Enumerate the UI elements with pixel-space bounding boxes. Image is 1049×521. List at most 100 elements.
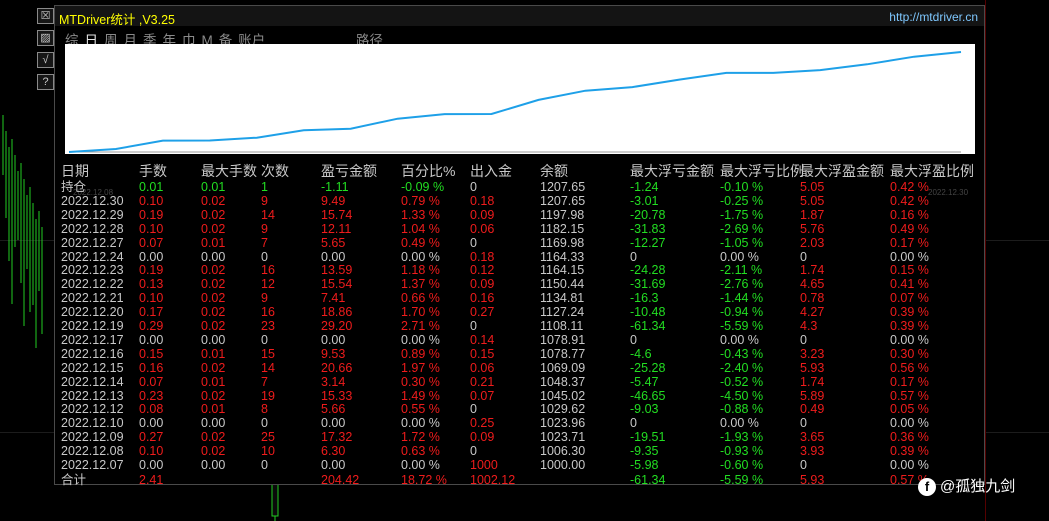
- cell-maxfppct: 0.00 %: [890, 332, 929, 347]
- cell-maxfppct: 0.39 %: [890, 444, 929, 459]
- cell-maxlots: 0.02: [201, 360, 226, 375]
- cell-maxddpct: 0.00 %: [720, 249, 759, 264]
- cell-maxfppct: 0.57 %: [890, 388, 929, 403]
- cell-flow: 0.15: [470, 346, 495, 361]
- cell-count: 9: [261, 221, 268, 236]
- cell-lots: 0.16: [139, 360, 164, 375]
- cell-maxddpct: 0.00 %: [720, 332, 759, 347]
- cell-maxdd: -10.48: [630, 305, 666, 320]
- cell-maxddpct: -0.88 %: [720, 402, 764, 417]
- equity-chart-svg: [68, 51, 962, 153]
- cell-maxdd: -24.28: [630, 263, 666, 278]
- cell-lots: 0.00: [139, 458, 164, 472]
- cell-maxdd: -3.01: [630, 193, 659, 208]
- cell-maxfp: 0.49: [800, 402, 825, 417]
- cell-flow: 0.12: [470, 263, 495, 278]
- cell-maxlots: 0.01: [201, 180, 226, 194]
- column-header[interactable]: 余额: [540, 163, 568, 179]
- hatch-icon[interactable]: ▨: [37, 30, 54, 46]
- cell-pnl: 0.00: [321, 249, 346, 264]
- cell-maxfp: 1.74: [800, 374, 825, 389]
- cell-maxdd: -5.47: [630, 374, 659, 389]
- column-header[interactable]: 最大手数: [201, 163, 257, 179]
- cell-maxdd: -19.51: [630, 430, 666, 445]
- cell-flow: 0.18: [470, 193, 495, 208]
- column-header[interactable]: 次数: [261, 163, 289, 179]
- zoom-icon[interactable]: ☒: [37, 8, 54, 24]
- column-header[interactable]: 日期: [61, 163, 89, 179]
- cell-count: 7: [261, 235, 268, 250]
- cell-maxlots: 0.02: [201, 193, 226, 208]
- cell-count: 16: [261, 305, 275, 320]
- column-header[interactable]: 最大浮亏金额: [630, 163, 714, 179]
- column-header[interactable]: 手数: [139, 163, 167, 179]
- cell-maxddpct: -0.60 %: [720, 458, 764, 472]
- cell-pnl: 15.74: [321, 207, 353, 222]
- column-header[interactable]: 最大浮盈比例: [890, 163, 974, 179]
- total-pct: 18.72 %: [401, 472, 447, 487]
- window-title: MTDriver统计 ,V3.25: [59, 13, 175, 27]
- cell-balance: 1078.91: [540, 332, 586, 347]
- cell-balance: 1045.02: [540, 388, 586, 403]
- cell-balance: 1023.96: [540, 416, 586, 431]
- cell-maxlots: 0.00: [201, 249, 226, 264]
- column-header[interactable]: 出入金: [470, 163, 512, 179]
- check-icon[interactable]: √: [37, 52, 54, 68]
- cell-date: 2022.12.13: [61, 388, 124, 403]
- cell-maxlots: 0.01: [201, 374, 226, 389]
- cell-maxddpct: -2.69 %: [720, 221, 764, 236]
- title-bar[interactable]: MTDriver统计 ,V3.25 http://mtdriver.cn: [55, 6, 984, 27]
- cell-maxlots: 0.02: [201, 430, 226, 445]
- cell-maxlots: 0.02: [201, 207, 226, 222]
- column-header[interactable]: 盈亏金额: [321, 163, 377, 179]
- cell-date: 2022.12.21: [61, 291, 124, 306]
- cell-pct: 0.00 %: [401, 416, 440, 431]
- cell-maxddpct: 0.00 %: [720, 416, 759, 431]
- cell-pnl: 5.66: [321, 402, 346, 417]
- cell-maxlots: 0.02: [201, 277, 226, 292]
- column-header[interactable]: 最大浮盈金额: [800, 163, 884, 179]
- cell-pnl: 15.54: [321, 277, 353, 292]
- cell-maxfppct: 0.42 %: [890, 193, 929, 208]
- cell-date: 2022.12.15: [61, 360, 124, 375]
- cell-lots: 0.07: [139, 374, 164, 389]
- cell-pct: 1.04 %: [401, 221, 440, 236]
- cell-count: 19: [261, 388, 275, 403]
- cell-maxlots: 0.02: [201, 221, 226, 236]
- cell-date: 2022.12.10: [61, 416, 124, 431]
- cell-maxddpct: -2.76 %: [720, 277, 764, 292]
- cell-lots: 0.27: [139, 430, 164, 445]
- cell-flow: 0.09: [470, 277, 495, 292]
- cell-maxddpct: -1.44 %: [720, 291, 764, 306]
- cell-pnl: 0.00: [321, 458, 346, 472]
- help-icon[interactable]: ?: [37, 74, 54, 90]
- total-date: 合计: [61, 472, 87, 487]
- cell-pct: 1.37 %: [401, 277, 440, 292]
- cell-count: 25: [261, 430, 275, 445]
- cell-lots: 0.10: [139, 221, 164, 236]
- cell-pnl: 9.49: [321, 193, 346, 208]
- cell-pct: -0.09 %: [401, 180, 445, 194]
- cell-pnl: 15.33: [321, 388, 353, 403]
- cell-maxfp: 3.23: [800, 346, 825, 361]
- cell-flow: 0: [470, 402, 477, 417]
- cell-maxddpct: -0.52 %: [720, 374, 764, 389]
- cell-maxdd: 0: [630, 332, 637, 347]
- column-header[interactable]: 最大浮亏比例: [720, 163, 804, 179]
- cell-maxfp: 5.93: [800, 360, 825, 375]
- cell-balance: 1000.00: [540, 458, 586, 472]
- cell-maxfp: 4.65: [800, 277, 825, 292]
- cell-lots: 0.13: [139, 277, 164, 292]
- cell-date: 2022.12.28: [61, 221, 124, 236]
- cell-maxddpct: -0.43 %: [720, 346, 764, 361]
- cell-maxddpct: -0.94 %: [720, 305, 764, 320]
- cell-maxddpct: -5.59 %: [720, 319, 764, 333]
- cell-flow: 0: [470, 444, 477, 459]
- website-link[interactable]: http://mtdriver.cn: [889, 10, 978, 24]
- cell-maxfp: 0: [800, 416, 807, 431]
- cell-count: 14: [261, 207, 275, 222]
- cell-maxdd: -16.3: [630, 291, 659, 306]
- column-header[interactable]: 百分比%: [401, 163, 455, 179]
- cell-balance: 1006.30: [540, 444, 586, 459]
- cell-pnl: 6.30: [321, 444, 346, 459]
